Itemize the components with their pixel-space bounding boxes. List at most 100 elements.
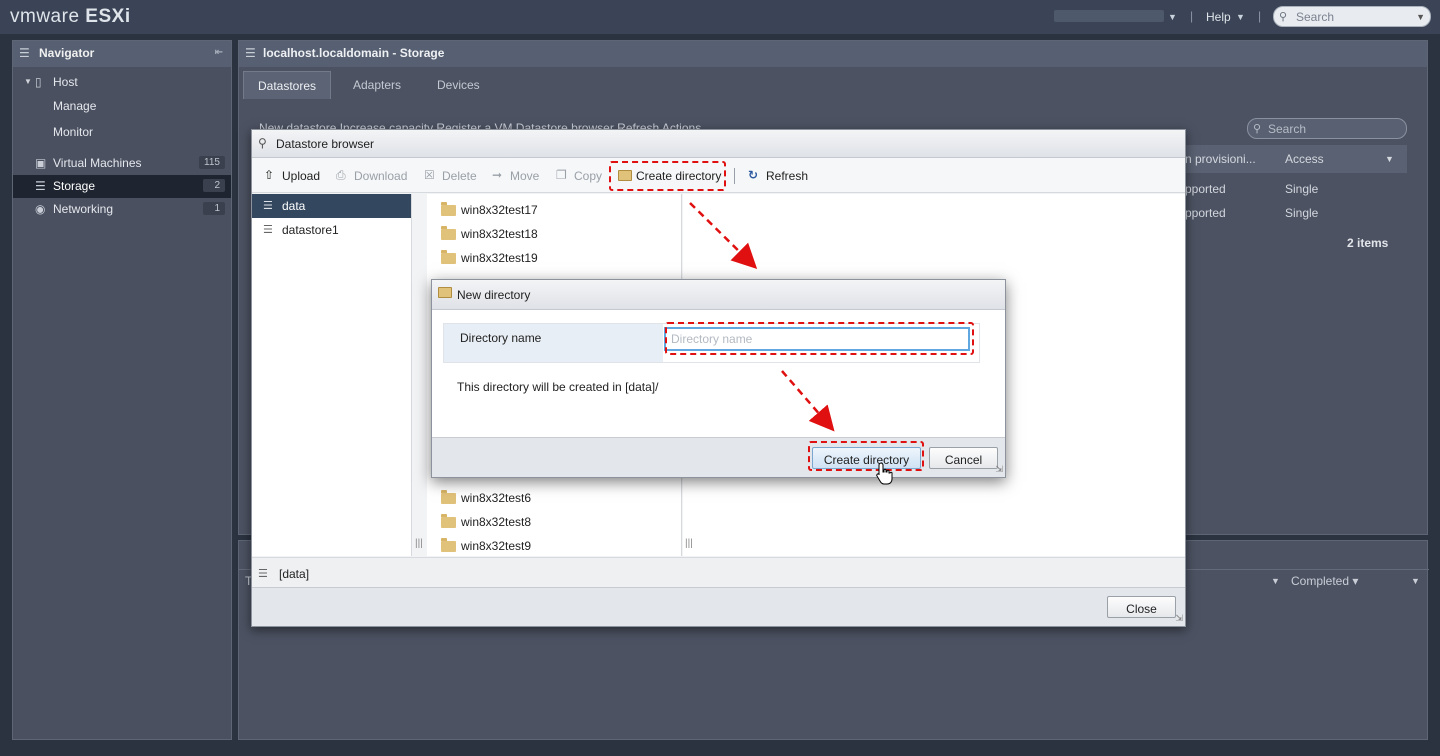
nav-item-monitor[interactable]: Monitor <box>13 120 231 146</box>
refresh-icon: ↻ <box>748 168 759 182</box>
nav-item-networking[interactable]: ◉ Networking 1 <box>13 198 231 221</box>
collapse-navigator-icon[interactable]: ⇤ <box>215 47 223 58</box>
completed-caret-icon[interactable]: ▼ <box>1411 576 1420 586</box>
delete-button[interactable]: ☒ Delete <box>424 168 477 183</box>
upload-icon: ⇧ <box>264 168 275 182</box>
storage-search[interactable]: ⚲ Search <box>1247 118 1407 139</box>
folder-item[interactable]: win8x32test8 <box>441 514 532 539</box>
datastore-row[interactable]: pported Single <box>1185 201 1407 225</box>
column-provisioning[interactable]: n provisioni... <box>1185 152 1256 166</box>
nav-item-storage[interactable]: ☰ Storage 2 <box>13 175 231 198</box>
folder-icon <box>441 538 456 552</box>
nav-item-virtual-machines[interactable]: ▣ Virtual Machines 115 <box>13 152 231 175</box>
splitter-handle-icon[interactable]: ||| <box>415 538 423 549</box>
datastore-item-data[interactable]: ☰ data <box>252 194 411 218</box>
help-caret-icon[interactable]: ▼ <box>1236 12 1245 22</box>
tab-devices[interactable]: Devices <box>423 71 494 99</box>
vm-count-badge: 115 <box>199 156 225 169</box>
current-path-bar: ☰ [data] <box>252 557 1185 587</box>
upload-label: Upload <box>282 169 321 183</box>
datastore-icon: ☰ <box>263 224 273 236</box>
move-icon: ➞ <box>492 168 503 182</box>
help-menu[interactable]: Help <box>1206 10 1231 24</box>
nav-item-manage[interactable]: Manage <box>13 94 231 120</box>
datastore-icon: ☰ <box>263 200 273 212</box>
nav-networking-label: Networking <box>53 202 114 216</box>
network-count-badge: 1 <box>203 202 225 215</box>
folder-icon <box>441 250 456 264</box>
datastore-browser-title: Datastore browser <box>276 137 375 151</box>
storage-panel-title: localhost.localdomain - Storage <box>263 46 445 60</box>
highlight-create-directory-toolbar <box>609 161 726 191</box>
nav-host-label: Host <box>53 75 78 89</box>
datastore-browser-icon: ⚲ <box>258 136 267 150</box>
current-path: [data] <box>279 567 310 581</box>
tab-datastores[interactable]: Datastores <box>243 71 332 99</box>
folder-icon <box>441 490 456 504</box>
row-access: Single <box>1285 182 1319 196</box>
refresh-label: Refresh <box>766 169 809 183</box>
navigator-header: ☰ Navigator ⇤ <box>13 41 231 67</box>
datastore-item-datastore1[interactable]: ☰ datastore1 <box>252 218 411 242</box>
row-provisioning: pported <box>1185 182 1226 196</box>
folder-item[interactable]: win8x32test18 <box>441 226 538 251</box>
logo-esxi-text: ESXi <box>85 6 131 27</box>
tab-adapters[interactable]: Adapters <box>339 71 415 99</box>
nav-storage-label: Storage <box>53 179 96 193</box>
global-search[interactable]: ⚲ Search ▼ <box>1273 6 1431 27</box>
folder-name: win8x32test17 <box>461 203 538 217</box>
resize-grip-icon[interactable]: ⇲ <box>995 464 1003 475</box>
folder-name: win8x32test8 <box>461 515 532 529</box>
download-button[interactable]: ⎙ Download <box>336 168 407 183</box>
folder-item[interactable]: win8x32test19 <box>441 250 538 275</box>
upload-button[interactable]: ⇧ Upload <box>264 168 321 183</box>
datastore-browser-titlebar: ⚲ Datastore browser <box>252 130 1185 158</box>
host-icon: ▯ <box>35 75 42 89</box>
completed-column[interactable]: Completed ▾ <box>1291 574 1358 588</box>
resize-grip-icon[interactable]: ⇲ <box>1175 613 1183 624</box>
expand-triangle-icon[interactable]: ▼ <box>24 77 32 86</box>
highlight-directory-name-input <box>665 322 974 355</box>
highlight-create-directory-button <box>808 441 924 471</box>
cancel-button[interactable]: Cancel <box>929 447 998 469</box>
user-caret-icon[interactable]: ▼ <box>1168 12 1177 22</box>
datastore-list: ☰ data ☰ datastore1 <box>252 194 412 556</box>
row-provisioning: pported <box>1185 206 1226 220</box>
datastore-path-icon: ☰ <box>258 568 268 580</box>
folder-item[interactable]: win8x32test17 <box>441 202 538 227</box>
column-access-caret-icon[interactable]: ▼ <box>1385 154 1394 164</box>
copy-icon: ❐ <box>556 168 567 182</box>
datastore-name: datastore1 <box>282 223 339 237</box>
storage-count-badge: 2 <box>203 179 225 192</box>
move-button[interactable]: ➞ Move <box>492 168 540 183</box>
folder-name: win8x32test9 <box>461 539 532 553</box>
user-menu[interactable] <box>1054 10 1164 22</box>
nav-monitor-label: Monitor <box>53 125 94 139</box>
nav-item-host[interactable]: ▼ ▯ Host <box>13 71 231 94</box>
navigator-title: Navigator <box>39 46 95 60</box>
hand-cursor-icon <box>876 462 893 485</box>
search-caret-icon[interactable]: ▼ <box>1416 12 1425 22</box>
storage-search-placeholder: Search <box>1268 122 1307 136</box>
storage-header-icon: ☰ <box>245 46 256 60</box>
move-label: Move <box>510 169 540 183</box>
splitter-handle-icon[interactable]: ||| <box>685 538 693 549</box>
toolbar-separator <box>734 168 735 184</box>
delete-label: Delete <box>442 169 477 183</box>
items-count: 2 items <box>1347 236 1389 250</box>
copy-button[interactable]: ❐ Copy <box>556 168 603 183</box>
filter-caret-icon[interactable]: ▼ <box>1271 576 1280 586</box>
copy-label: Copy <box>574 169 603 183</box>
close-button[interactable]: Close <box>1107 596 1176 618</box>
folder-item[interactable]: win8x32test6 <box>441 490 532 515</box>
folder-name: win8x32test6 <box>461 491 532 505</box>
datastore-row[interactable]: pported Single <box>1185 177 1407 201</box>
top-bar: vmware ESXi ▼ | Help ▼ | ⚲ Search ▼ <box>0 0 1440 34</box>
refresh-button[interactable]: ↻ Refresh <box>748 168 809 183</box>
row-access: Single <box>1285 206 1319 220</box>
folder-icon <box>441 514 456 528</box>
folder-name: win8x32test19 <box>461 251 538 265</box>
column-access[interactable]: Access <box>1285 152 1324 166</box>
nav-manage-label: Manage <box>53 99 97 113</box>
datastore-grid-header: n provisioni... Access ▼ <box>1185 145 1407 173</box>
